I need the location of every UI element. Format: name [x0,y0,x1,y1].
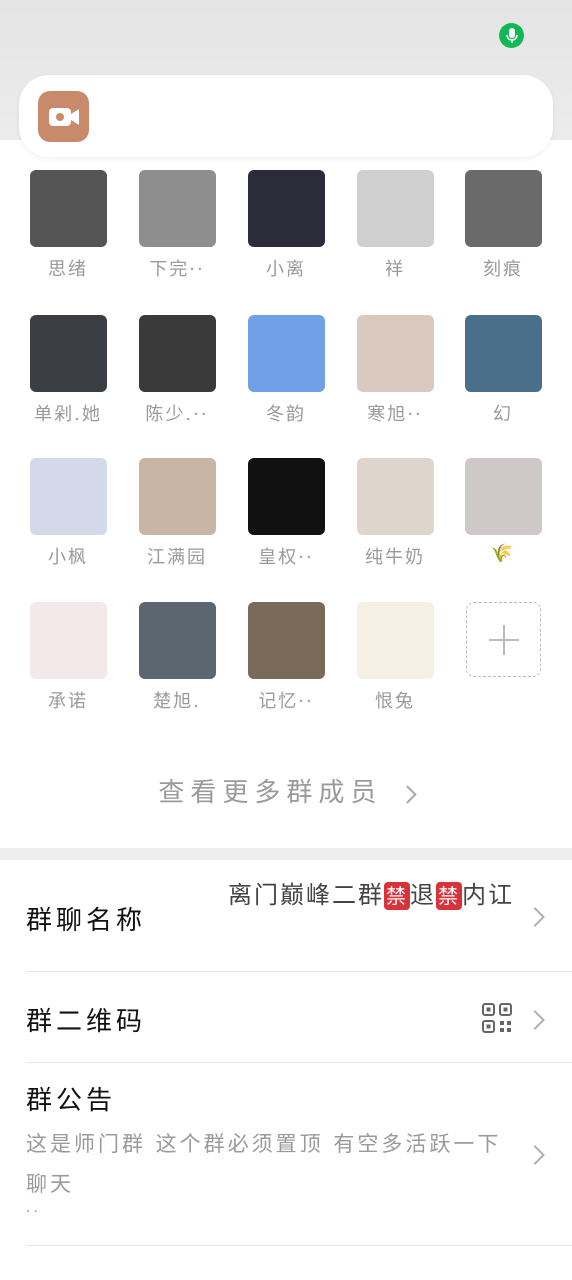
group-name-label: 群聊名称 [26,906,147,936]
member-name: 冬韵 [266,404,306,425]
member-avatar[interactable] [356,602,434,679]
view-more-members-link[interactable]: 查看更多群成员 [0,772,572,809]
group-name-value: 离门巅峰二群 禁退 禁内讧 [184,876,514,914]
member-item[interactable]: 记忆·· [236,602,336,713]
member-avatar[interactable] [247,602,325,679]
member-item[interactable]: 寒旭·· [345,315,445,426]
member-name: 记忆·· [258,691,314,712]
member-avatar[interactable] [138,458,216,535]
member-item[interactable]: 陈少.·· [127,315,227,426]
member-avatar[interactable] [356,170,434,247]
group-notice-label: 群公告 [26,1086,117,1116]
qr-code-icon [482,1003,512,1033]
member-avatar[interactable] [138,170,216,247]
member-item[interactable]: 思绪 [18,170,118,281]
member-item[interactable]: 恨兔 [345,602,445,713]
group-notice-more: ·· [26,1204,41,1220]
member-avatar[interactable] [464,315,542,392]
group-name-row[interactable]: 群聊名称 离门巅峰二群 禁退 禁内讧 [0,860,572,972]
group-name-part1: 离门巅峰二群 [228,881,384,909]
member-avatar[interactable] [29,315,107,392]
group-name-part3: 内讧 [462,881,514,909]
member-avatar[interactable] [29,170,107,247]
plus-icon[interactable] [465,602,541,677]
ban-emoji: 禁 [436,882,462,910]
chevron-right-icon [525,907,545,927]
member-item[interactable]: 楚旭. [127,602,227,713]
member-name: 小离 [266,259,306,280]
member-item[interactable]: 小枫 [18,458,118,569]
member-name: 下完·· [149,259,205,280]
member-name: 刻痕 [483,259,523,280]
chevron-right-icon [525,1010,545,1030]
member-item[interactable]: 小离 [236,170,336,281]
member-avatar[interactable] [29,458,107,535]
member-item[interactable]: 承诺 [18,602,118,713]
member-item[interactable]: 幻 [453,315,553,426]
member-item[interactable]: 🌾 [453,458,553,564]
member-name: 小枫 [48,547,88,568]
row-divider [26,1062,572,1063]
member-item[interactable]: 祥 [345,170,445,281]
member-name: 恨兔 [375,691,415,712]
member-avatar[interactable] [247,458,325,535]
member-item[interactable]: 皇权·· [236,458,336,569]
member-item[interactable]: 下完·· [127,170,227,281]
member-item[interactable]: 纯牛奶 [345,458,445,569]
view-more-members-label: 查看更多群成员 [158,778,383,808]
member-avatar[interactable] [356,315,434,392]
member-name: 单剁.她 [34,404,102,425]
member-avatar[interactable] [138,602,216,679]
member-avatar[interactable] [356,458,434,535]
member-name: 寒旭·· [367,404,423,425]
member-name: 皇权·· [258,547,314,568]
microphone-icon [499,23,524,48]
member-name: 祥 [385,259,405,280]
group-name-part2: 退 [410,881,436,909]
chevron-right-icon [397,784,417,804]
member-avatar[interactable] [464,458,542,535]
row-divider [26,971,572,972]
member-name: 楚旭. [153,691,201,712]
member-item[interactable]: 江满园 [127,458,227,569]
group-qr-label: 群二维码 [26,1007,147,1037]
member-name: 🌾 [490,543,516,564]
member-name: 纯牛奶 [365,547,425,568]
member-name: 江满园 [147,547,207,568]
add-member-button[interactable] [453,602,553,677]
member-name: 思绪 [48,259,88,280]
chevron-right-icon [525,1145,545,1165]
video-camera-icon[interactable] [38,91,89,142]
group-qr-row[interactable]: 群二维码 [0,973,572,1063]
member-avatar[interactable] [138,315,216,392]
member-item[interactable]: 单剁.她 [18,315,118,426]
member-avatar[interactable] [247,170,325,247]
ban-emoji: 禁 [384,882,410,910]
group-notice-text: 这是师门群 这个群必须置顶 有空多活跃一下 聊天 [26,1132,502,1196]
member-avatar[interactable] [247,315,325,392]
member-name: 陈少.·· [145,404,209,425]
member-name: 承诺 [48,691,88,712]
row-divider [26,1245,572,1246]
group-notice-row[interactable]: 群公告 这是师门群 这个群必须置顶 有空多活跃一下 聊天 ·· [0,1064,572,1246]
floating-call-bar[interactable] [19,75,553,157]
member-avatar[interactable] [29,602,107,679]
member-item[interactable]: 刻痕 [453,170,553,281]
member-avatar[interactable] [464,170,542,247]
member-item[interactable]: 冬韵 [236,315,336,426]
section-divider [0,848,572,860]
member-name: 幻 [493,404,513,425]
